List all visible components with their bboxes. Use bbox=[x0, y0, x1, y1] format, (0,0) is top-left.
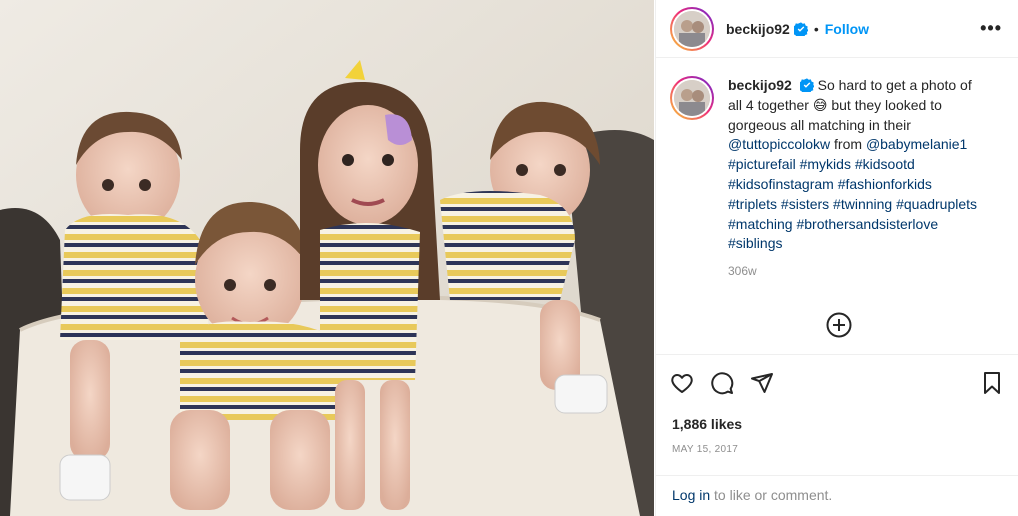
caption-avatar[interactable] bbox=[670, 76, 714, 120]
caption-username[interactable]: beckijo92 bbox=[728, 77, 792, 93]
caption-timestamp[interactable]: 306w bbox=[728, 262, 984, 282]
hashtag-link[interactable]: #sisters bbox=[781, 196, 829, 212]
login-link[interactable]: Log in bbox=[672, 487, 710, 503]
likes-count[interactable]: 1,886 likes bbox=[672, 416, 742, 432]
verified-badge-icon bbox=[799, 78, 814, 92]
hashtag-link[interactable]: #siblings bbox=[728, 235, 782, 251]
hashtag-link[interactable]: #quadruplets bbox=[896, 196, 977, 212]
more-options-icon[interactable]: ••• bbox=[980, 18, 1004, 39]
mention-link[interactable]: @tuttopiccolokw bbox=[728, 136, 830, 152]
mention-link[interactable]: @babymelanie1 bbox=[866, 136, 967, 152]
hashtag-link[interactable]: #brothersandsisterlove bbox=[796, 216, 938, 232]
hashtag-link[interactable]: #picturefail bbox=[728, 156, 796, 172]
hashtag-link[interactable]: #twinning bbox=[833, 196, 892, 212]
post-image bbox=[0, 0, 654, 516]
post-caption: beckijo92 So hard to get a photo of all … bbox=[670, 76, 1004, 282]
post-side-panel: beckijo92 • Follow ••• beckijo92 So hard… bbox=[655, 0, 1018, 516]
hashtag-link[interactable]: #fashionforkids bbox=[838, 176, 932, 192]
verified-badge-icon bbox=[793, 21, 808, 36]
post-header: beckijo92 • Follow ••• bbox=[656, 0, 1018, 58]
post-photo[interactable] bbox=[0, 0, 654, 516]
hashtag-link[interactable]: #matching bbox=[728, 216, 793, 232]
paper-plane-icon[interactable] bbox=[750, 371, 774, 395]
hashtag-link[interactable]: #mykids bbox=[800, 156, 851, 172]
hashtag-link[interactable]: #kidsofinstagram bbox=[728, 176, 834, 192]
comment-bubble-icon[interactable] bbox=[710, 371, 734, 395]
profile-avatar[interactable] bbox=[670, 6, 714, 51]
login-prompt: Log in to like or comment. bbox=[656, 475, 1018, 516]
post-date: MAY 15, 2017 bbox=[672, 444, 739, 455]
avatar-image bbox=[674, 10, 710, 47]
plus-circle-icon[interactable] bbox=[826, 312, 852, 338]
hashtag-link[interactable]: #kidsootd bbox=[855, 156, 915, 172]
login-prompt-text: to like or comment. bbox=[714, 487, 833, 503]
bookmark-icon[interactable] bbox=[980, 371, 1004, 395]
heart-icon[interactable] bbox=[670, 371, 694, 395]
follow-button[interactable]: Follow bbox=[825, 21, 869, 37]
post-username[interactable]: beckijo92 bbox=[726, 21, 790, 37]
avatar-image bbox=[674, 80, 710, 116]
caption-text: beckijo92 So hard to get a photo of all … bbox=[728, 76, 984, 282]
separator-dot: • bbox=[813, 20, 819, 37]
action-bar bbox=[656, 354, 1018, 414]
hashtag-link[interactable]: #triplets bbox=[728, 196, 777, 212]
emoji: 😅 bbox=[812, 96, 828, 113]
caption-text-3: from bbox=[834, 136, 863, 153]
